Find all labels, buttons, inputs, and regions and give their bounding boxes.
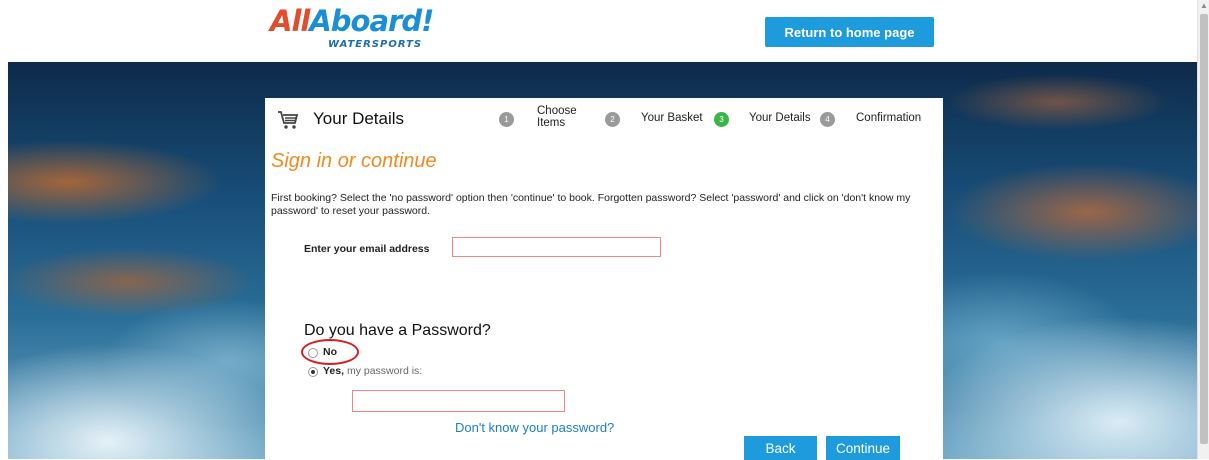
details-panel: Your Details 1 Choose Items 2 Your Baske…	[265, 98, 943, 460]
intro-text: First booking? Select the 'no password' …	[271, 192, 911, 217]
step-3-icon: 3	[714, 112, 729, 127]
logo[interactable]: AllAboard! WATERSPORTS	[270, 4, 450, 60]
yes-password-label[interactable]: Yes, my password is:	[323, 365, 422, 377]
step-1-label: Choose Items	[537, 105, 577, 129]
panel-title: Your Details	[313, 109, 405, 128]
yes-password-radio[interactable]	[308, 367, 318, 377]
back-button[interactable]: Back	[744, 436, 817, 460]
continue-button[interactable]: Continue	[826, 436, 900, 460]
scroll-thumb[interactable]	[1200, 14, 1208, 444]
top-bar: AllAboard! WATERSPORTS Return to home pa…	[0, 0, 1209, 62]
step-1-icon: 1	[499, 112, 514, 127]
forgot-password-link[interactable]: Don't know your password?	[455, 420, 614, 435]
logo-wordmark: AllAboard!	[270, 4, 434, 38]
password-field[interactable]	[352, 390, 565, 412]
signin-heading: Sign in or continue	[271, 150, 437, 172]
step-4-label: Confirmation	[856, 112, 922, 124]
step-2-label: Your Basket	[641, 112, 703, 124]
step-2-icon: 2	[605, 112, 620, 127]
scroll-up-icon[interactable]: ▲	[1198, 0, 1209, 12]
cart-icon	[278, 111, 299, 129]
password-question: Do you have a Password?	[304, 322, 491, 339]
step-3-label: Your Details	[749, 112, 811, 124]
return-home-button[interactable]: Return to home page	[765, 17, 934, 47]
step-4-icon: 4	[820, 112, 835, 127]
logo-subtitle: WATERSPORTS	[328, 39, 423, 50]
annotation-circle	[301, 339, 359, 365]
email-field[interactable]	[452, 237, 661, 257]
email-label: Enter your email address	[304, 243, 430, 255]
scrollbar[interactable]: ▲	[1197, 0, 1209, 459]
